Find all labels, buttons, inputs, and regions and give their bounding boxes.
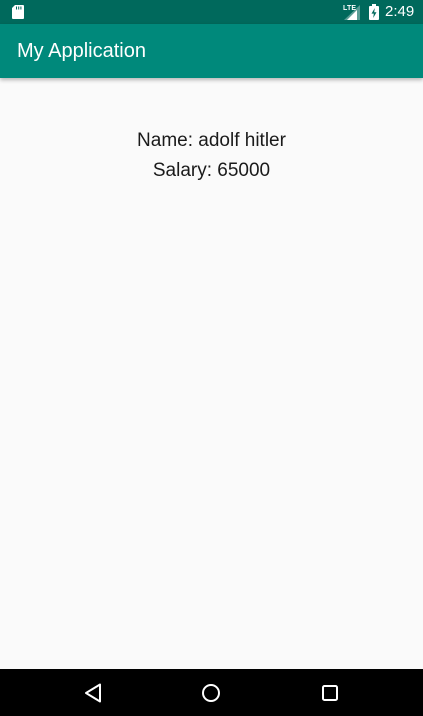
app-title: My Application — [17, 40, 146, 62]
name-text: Name: adolf hitler — [137, 130, 286, 151]
status-bar: LTE 2:49 — [0, 0, 423, 24]
home-icon[interactable] — [199, 681, 223, 705]
salary-text: Salary: 65000 — [152, 160, 271, 181]
status-clock: 2:49 — [385, 3, 415, 20]
sd-card-icon — [12, 5, 24, 19]
back-icon[interactable] — [81, 681, 105, 705]
navigation-bar — [0, 669, 423, 716]
cellular-signal-icon — [344, 5, 360, 20]
main-content: Name: adolf hitler Salary: 65000 — [0, 78, 423, 669]
app-bar: My Application — [0, 24, 423, 78]
recents-icon[interactable] — [318, 681, 342, 705]
battery-charging-icon — [369, 4, 379, 20]
